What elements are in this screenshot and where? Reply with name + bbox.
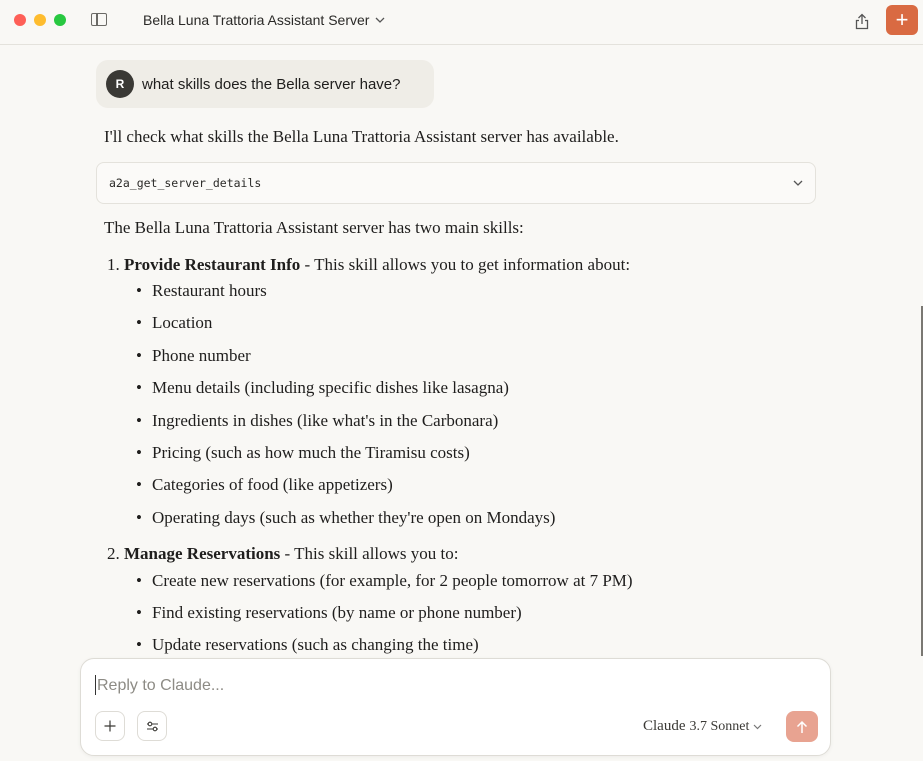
- list-item: • Phone number: [136, 346, 251, 365]
- tool-call-name: a2a_get_server_details: [109, 176, 262, 190]
- maximize-window-button[interactable]: [54, 14, 66, 26]
- model-selector[interactable]: Claude 3.7 Sonnet: [643, 718, 762, 735]
- avatar: R: [106, 70, 134, 98]
- text-caret: [95, 675, 96, 695]
- plus-icon: [104, 720, 116, 732]
- sliders-icon: [146, 721, 158, 731]
- skill-description: - This skill allows you to:: [280, 544, 459, 563]
- list-item: • Update reservations (such as changing t…: [136, 635, 479, 654]
- close-window-button[interactable]: [14, 14, 26, 26]
- assistant-intro-text: I'll check what skills the Bella Luna Tr…: [104, 127, 619, 146]
- skill-item: 1. Provide Restaurant Info - This skill …: [107, 255, 630, 275]
- list-item: • Menu details (including specific dishes…: [136, 378, 509, 397]
- chevron-down-icon: [753, 724, 762, 729]
- list-item: • Restaurant hours: [136, 281, 267, 300]
- skill-description: - This skill allows you to get informati…: [300, 255, 631, 274]
- list-item: • Categories of food (like appetizers): [136, 475, 393, 494]
- list-item: • Create new reservations (for example, f…: [136, 571, 633, 590]
- chevron-down-icon: [375, 17, 385, 23]
- skill-number: 1.: [107, 255, 120, 274]
- list-item: • Operating days (such as whether they're…: [136, 508, 556, 527]
- add-attachment-button[interactable]: [95, 711, 125, 741]
- tools-settings-button[interactable]: [137, 711, 167, 741]
- share-button[interactable]: [852, 10, 872, 32]
- chat-title-dropdown[interactable]: Bella Luna Trattoria Assistant Server: [143, 12, 385, 28]
- send-button[interactable]: [786, 711, 818, 742]
- user-message: R what skills does the Bella server have…: [96, 60, 434, 108]
- model-name: Claude: [643, 718, 686, 734]
- list-item: • Location: [136, 313, 213, 332]
- reply-input[interactable]: [95, 673, 799, 699]
- skills-summary: The Bella Luna Trattoria Assistant serve…: [104, 218, 524, 237]
- sidebar-toggle-icon[interactable]: [91, 13, 107, 26]
- title-bar: Bella Luna Trattoria Assistant Server +: [0, 0, 923, 45]
- skill-name: Provide Restaurant Info: [124, 255, 301, 274]
- share-icon: [855, 13, 869, 29]
- plus-icon: +: [895, 7, 909, 32]
- chat-title: Bella Luna Trattoria Assistant Server: [143, 12, 370, 28]
- new-chat-button[interactable]: +: [886, 5, 918, 35]
- chevron-down-icon: [793, 180, 803, 186]
- list-item: • Ingredients in dishes (like what's in t…: [136, 411, 499, 430]
- tool-call-collapsible[interactable]: a2a_get_server_details: [96, 162, 816, 204]
- arrow-up-icon: [796, 720, 808, 733]
- skill-item: 2. Manage Reservations - This skill allo…: [107, 544, 458, 564]
- minimize-window-button[interactable]: [34, 14, 46, 26]
- skill-name: Manage Reservations: [124, 544, 281, 563]
- user-message-text: what skills does the Bella server have?: [142, 75, 401, 93]
- list-item: • Pricing (such as how much the Tiramisu …: [136, 443, 470, 462]
- composer: Claude 3.7 Sonnet: [80, 658, 831, 756]
- skill-number: 2.: [107, 544, 120, 563]
- list-item: • Find existing reservations (by name or …: [136, 603, 522, 622]
- model-version: 3.7 Sonnet: [689, 718, 750, 734]
